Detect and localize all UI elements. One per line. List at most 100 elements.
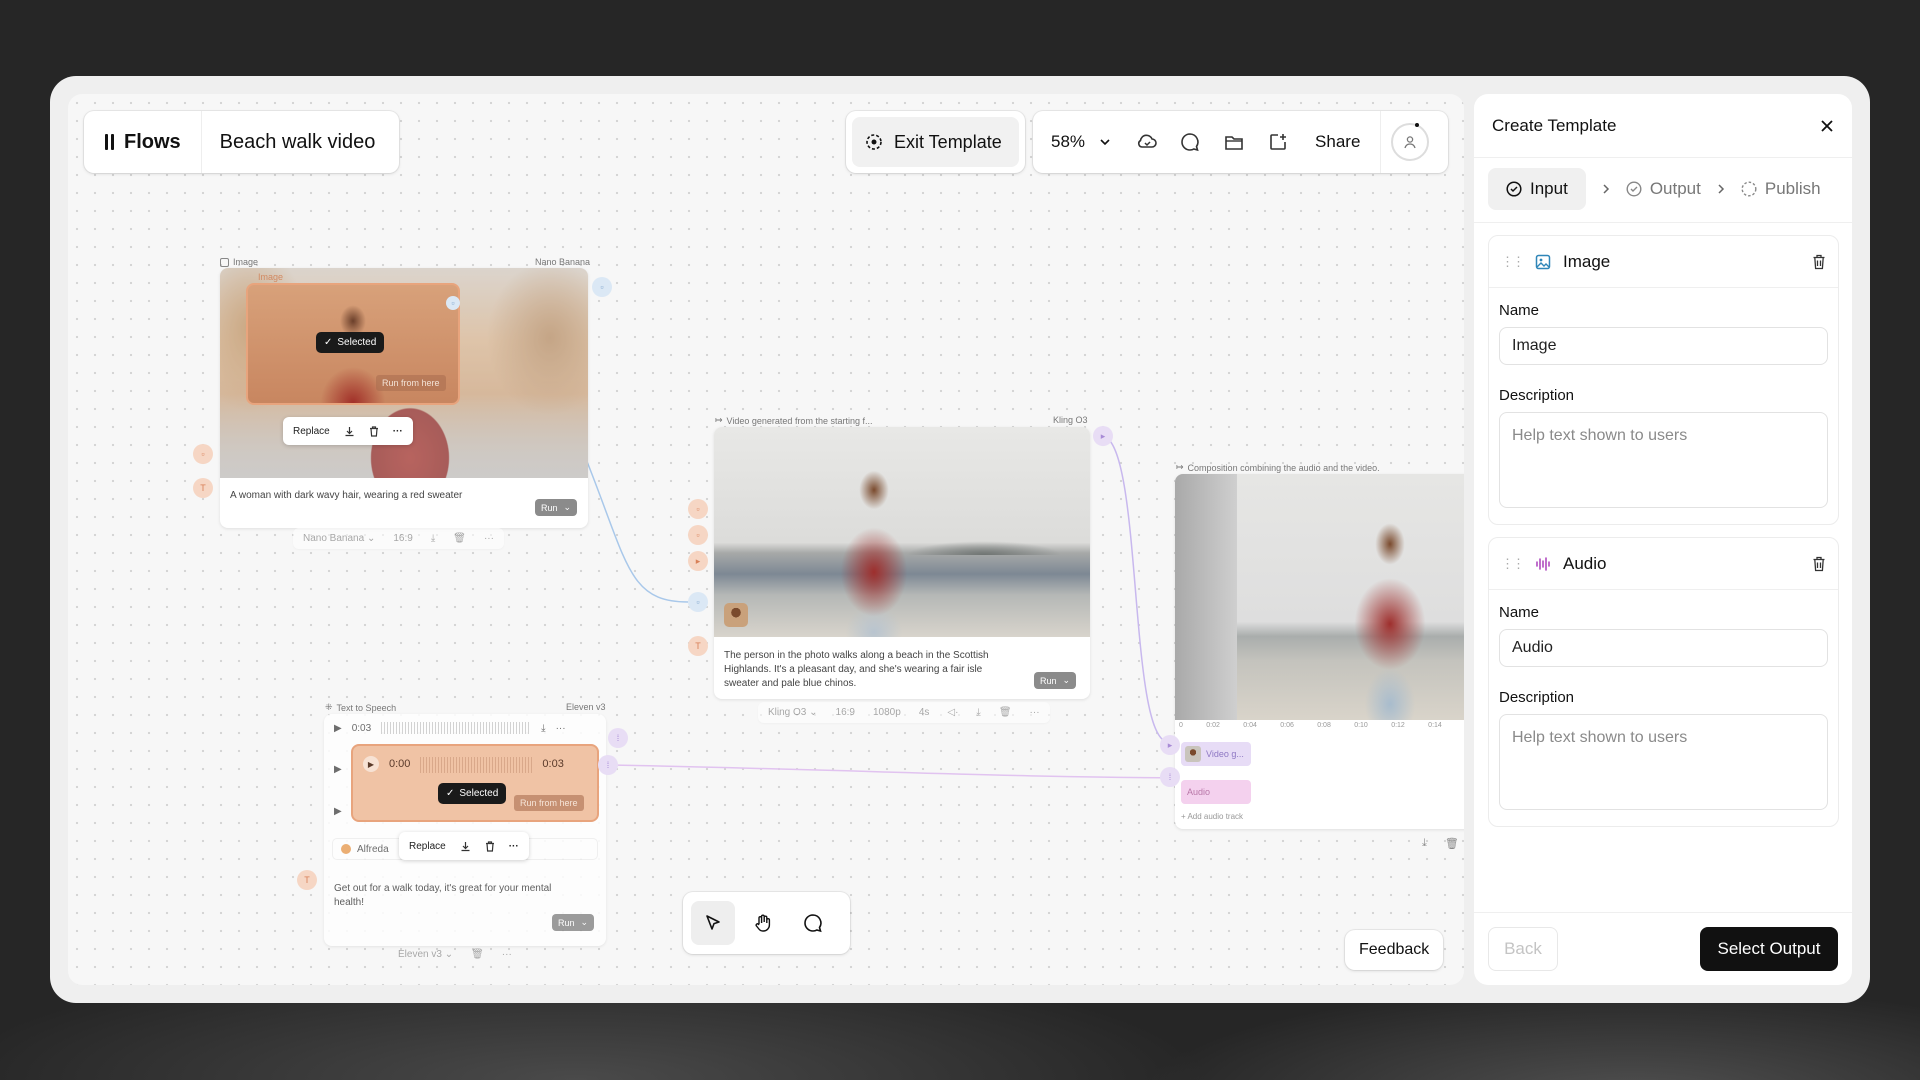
trash-icon[interactable]: 🗑︎ (471, 949, 484, 960)
tts-output-port-1[interactable]: ⁞ (608, 728, 628, 748)
trash-icon[interactable] (1812, 556, 1826, 572)
tts-output-port-2[interactable]: ⁞ (598, 755, 618, 775)
image-selected-label: Selected (337, 337, 377, 348)
image-run-from-here[interactable]: Run from here (376, 375, 446, 391)
more-icon[interactable]: ··· (1030, 707, 1040, 718)
description-input[interactable]: Help text shown to users (1499, 412, 1828, 508)
name-input-value: Audio (1512, 639, 1553, 656)
composition-node[interactable]: 00:020:040:060:080:100:120:140:1 Video g… (1175, 474, 1464, 829)
close-icon[interactable] (1820, 119, 1834, 133)
video-input-port-2[interactable]: ▫ (688, 525, 708, 545)
feedback-button[interactable]: Feedback (1345, 930, 1444, 970)
video-output-port[interactable]: ▸ (1093, 426, 1113, 446)
select-output-button[interactable]: Select Output (1700, 927, 1838, 971)
video-input-port-1[interactable]: ▫ (688, 499, 708, 519)
flows-button[interactable]: Flows (84, 111, 202, 173)
download-icon[interactable]: ⤓ (1422, 837, 1427, 850)
name-input[interactable]: Audio (1499, 629, 1828, 667)
replace-button[interactable]: Replace (293, 426, 330, 437)
more-icon[interactable]: ··· (502, 949, 512, 960)
tts-run-from-here[interactable]: Run from here (514, 795, 584, 811)
image-node-type: Image (220, 257, 258, 267)
section-header: ⋮⋮ Audio (1489, 538, 1838, 590)
image-meta-ratio[interactable]: 16:9 (393, 533, 412, 544)
hand-tool-button[interactable] (741, 901, 785, 945)
replace-button[interactable]: Replace (409, 841, 446, 852)
exit-template-label: Exit Template (894, 131, 1002, 152)
trash-icon[interactable] (1812, 254, 1826, 270)
waveform (420, 757, 533, 773)
share-button[interactable]: Share (1315, 132, 1360, 152)
exit-template-button[interactable]: Exit Template (852, 117, 1019, 167)
add-frame-icon[interactable] (1267, 131, 1289, 153)
video-run-button[interactable]: Run ⌄ (1034, 672, 1077, 689)
comment-icon[interactable] (1179, 131, 1201, 153)
flow-canvas[interactable]: Flows Beach walk video Exit Template 58% (68, 94, 1464, 985)
video-input-port-3[interactable]: ▸ (688, 551, 708, 571)
video-input-port-image[interactable]: ▫ (688, 592, 708, 612)
folder-icon[interactable] (1223, 131, 1245, 153)
trash-icon[interactable]: 🗑︎ (1445, 837, 1459, 850)
download-icon[interactable]: ⤓ (541, 723, 545, 734)
play-button[interactable]: ▶ (363, 756, 379, 772)
image-meta-model[interactable]: Nano Banana ⌄ (303, 533, 375, 544)
download-icon[interactable]: ⤓ (431, 533, 435, 544)
video-meta-ratio[interactable]: 16:9 (836, 707, 855, 718)
image-meta-model-label: Nano Banana (303, 533, 365, 544)
image-input-port-image[interactable]: ▫ (193, 444, 213, 464)
video-track[interactable]: Video g... (1181, 742, 1251, 766)
comment-tool-button[interactable] (791, 901, 835, 945)
zoom-select[interactable]: 58% (1033, 111, 1129, 173)
more-icon[interactable]: ··· (393, 426, 403, 437)
image-input-port-text[interactable]: T (193, 478, 213, 498)
name-input[interactable]: Image (1499, 327, 1828, 365)
trash-icon[interactable]: 🗑︎ (453, 533, 466, 544)
drag-handle-icon[interactable]: ⋮⋮ (1501, 254, 1525, 270)
composition-audio-port[interactable]: ⁞ (1160, 767, 1180, 787)
audio-toggle-icon[interactable]: ◁· (947, 707, 958, 718)
tts-meta-model[interactable]: Eleven v3 ⌄ (398, 949, 453, 960)
description-input[interactable]: Help text shown to users (1499, 714, 1828, 810)
step-publish[interactable]: Publish (1741, 179, 1821, 199)
input-section-image: ⋮⋮ Image Name Image Description Help tex… (1488, 235, 1839, 525)
trash-icon[interactable] (369, 425, 379, 437)
cloud-sync-icon[interactable] (1135, 130, 1159, 154)
user-avatar[interactable] (1391, 123, 1430, 161)
select-tool-button[interactable] (691, 901, 735, 945)
person-silhouette (1335, 514, 1445, 720)
video-meta-model[interactable]: Kling O3 ⌄ (768, 707, 818, 718)
play-icon[interactable]: ▶ (334, 723, 342, 734)
composition-node-title: Composition combining the audio and the … (1187, 462, 1380, 473)
video-meta-duration[interactable]: 4s (919, 707, 930, 718)
audio-track[interactable]: Audio (1181, 780, 1251, 804)
section-header: ⋮⋮ Image (1489, 236, 1838, 288)
more-icon[interactable]: ··· (509, 841, 519, 852)
image-run-button[interactable]: Run ⌄ (535, 499, 578, 516)
back-button[interactable]: Back (1488, 927, 1558, 971)
composition-video-port[interactable]: ▸ (1160, 735, 1180, 755)
trash-icon[interactable]: 🗑︎ (999, 707, 1012, 718)
drag-handle-icon[interactable]: ⋮⋮ (1501, 556, 1525, 572)
step-input[interactable]: Input (1488, 168, 1586, 210)
step-output[interactable]: Output (1626, 179, 1701, 199)
add-audio-track[interactable]: + Add audio track (1181, 812, 1243, 821)
tts-meta-model-label: Eleven v3 (398, 949, 442, 960)
download-icon[interactable] (460, 841, 471, 852)
image-action-bar: Replace ··· (283, 417, 413, 445)
video-input-port-text[interactable]: T (688, 636, 708, 656)
image-output-port[interactable]: ▫ (592, 277, 612, 297)
project-name[interactable]: Beach walk video (202, 131, 394, 154)
download-icon[interactable]: ⤓ (976, 707, 980, 718)
more-icon[interactable]: ··· (484, 533, 494, 544)
video-node[interactable]: The person in the photo walks along a be… (714, 427, 1090, 699)
feedback-label: Feedback (1359, 941, 1430, 958)
download-icon[interactable] (344, 426, 355, 437)
tts-run-button[interactable]: Run ⌄ (552, 914, 595, 931)
image-side-port[interactable]: ▫ (446, 296, 460, 310)
trash-icon[interactable] (485, 840, 495, 852)
video-meta-resolution[interactable]: 1080p (873, 707, 901, 718)
tts-action-bar: Replace ··· (399, 832, 529, 860)
more-icon[interactable]: ··· (556, 723, 566, 734)
tts-input-port-text[interactable]: T (297, 870, 317, 890)
create-template-panel: Create Template Input Output Publish ⋮⋮ (1474, 94, 1852, 985)
